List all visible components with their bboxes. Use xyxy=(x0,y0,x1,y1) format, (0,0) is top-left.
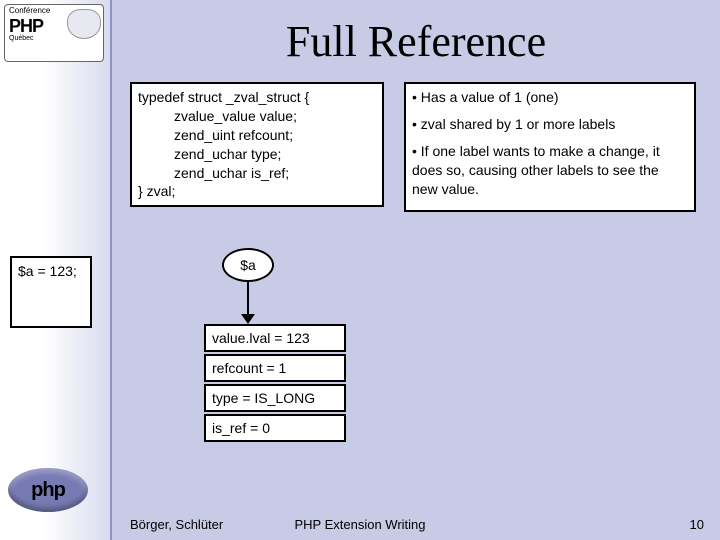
php-logo: php xyxy=(8,468,88,512)
variable-label-text: $a xyxy=(240,257,256,273)
zval-refcount-cell: refcount = 1 xyxy=(204,354,346,382)
php-logo-text: php xyxy=(31,479,65,502)
note-item: • Has a value of 1 (one) xyxy=(412,88,688,107)
notes-box: • Has a value of 1 (one) • zval shared b… xyxy=(404,82,696,212)
variable-label-node: $a xyxy=(222,248,274,282)
note-item: • zval shared by 1 or more labels xyxy=(412,115,688,134)
code-line: zvalue_value value; xyxy=(174,107,376,126)
struct-definition-box: typedef struct _zval_struct { zvalue_val… xyxy=(130,82,384,207)
slide-title: Full Reference xyxy=(112,16,720,67)
code-line: zend_uint refcount; xyxy=(174,126,376,145)
arrow-down-icon xyxy=(241,314,255,324)
footer-page-number: 10 xyxy=(690,517,704,532)
elephant-icon xyxy=(67,9,101,39)
assignment-box: $a = 123; xyxy=(10,256,92,328)
code-line: zend_uchar is_ref; xyxy=(174,164,376,183)
zval-value-cell: value.lval = 123 xyxy=(204,324,346,352)
arrow-line xyxy=(247,282,249,316)
zval-isref-cell: is_ref = 0 xyxy=(204,414,346,442)
code-line: } zval; xyxy=(138,182,376,201)
conference-logo: Conférence PHP Québec xyxy=(4,4,104,62)
footer-title: PHP Extension Writing xyxy=(0,517,720,532)
note-item: • If one label wants to make a change, i… xyxy=(412,142,688,199)
code-line: zend_uchar type; xyxy=(174,145,376,164)
zval-type-cell: type = IS_LONG xyxy=(204,384,346,412)
code-line: typedef struct _zval_struct { xyxy=(138,88,376,107)
assignment-text: $a = 123; xyxy=(18,263,77,279)
